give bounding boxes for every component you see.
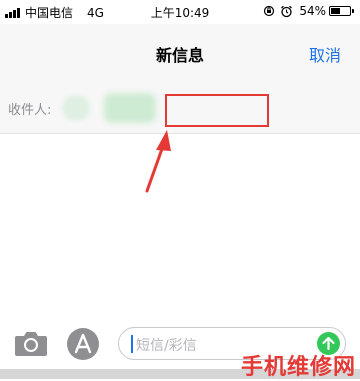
battery-percent: 54% (299, 4, 326, 18)
blurred-contact-chip (104, 93, 156, 123)
cancel-button[interactable]: 取消 (309, 42, 341, 66)
page-title: 新信息 (155, 46, 204, 65)
message-placeholder: 短信/彩信 (136, 338, 197, 354)
watermark-text: 手机维修网 (240, 355, 356, 380)
app-store-icon[interactable] (67, 328, 99, 360)
orientation-lock-icon (264, 5, 275, 17)
recipient-label: 收件人: (8, 103, 52, 118)
battery-icon (329, 6, 351, 16)
recipient-input[interactable] (165, 94, 269, 127)
blurred-contact-avatar (62, 95, 90, 121)
alarm-icon (281, 5, 293, 17)
status-right: 54% (263, 4, 354, 18)
camera-icon[interactable] (14, 328, 48, 358)
text-cursor (131, 335, 133, 353)
recipient-row: 收件人: (0, 80, 360, 134)
status-bar: 中国电信 4G 上午10:49 54% (0, 0, 360, 24)
nav-bar: 新信息 取消 (0, 24, 360, 80)
